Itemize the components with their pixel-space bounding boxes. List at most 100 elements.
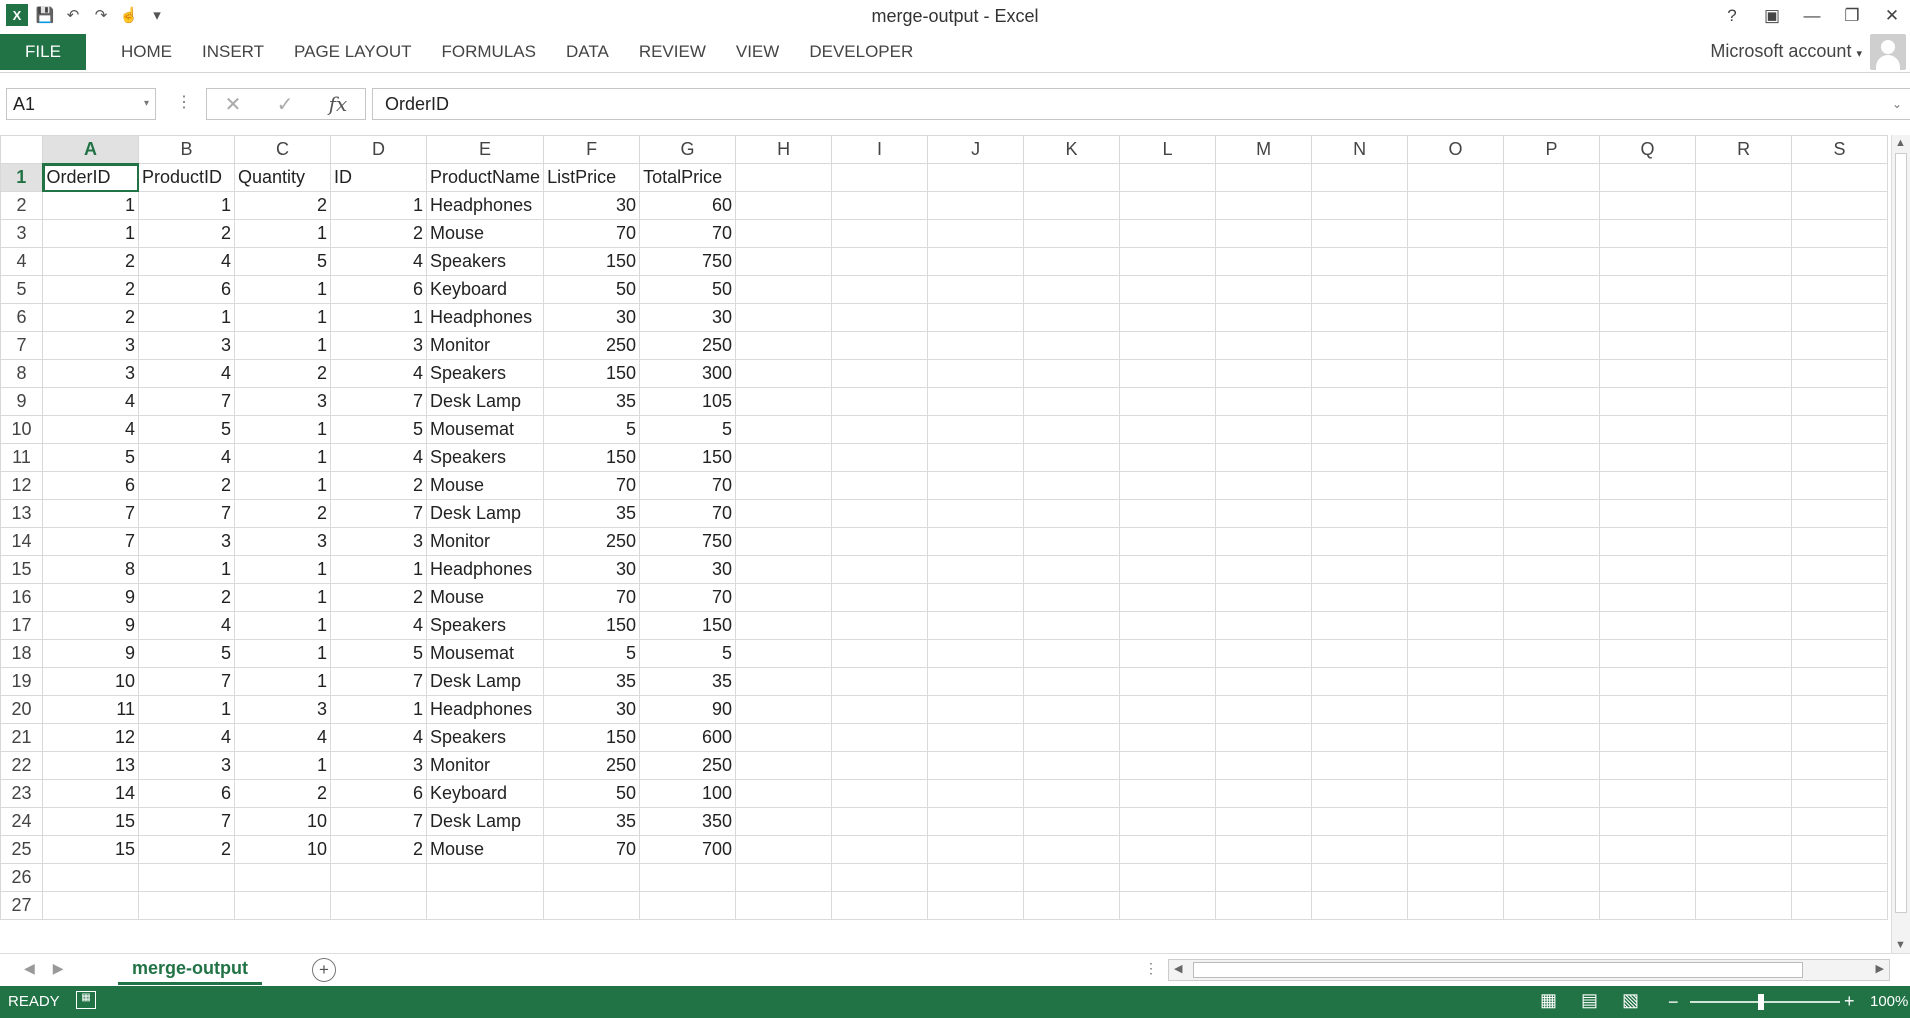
column-header-d[interactable]: D bbox=[330, 135, 427, 164]
column-header-j[interactable]: J bbox=[927, 135, 1025, 164]
cell-c17[interactable]: 1 bbox=[234, 611, 331, 640]
cell-c26[interactable] bbox=[234, 863, 331, 892]
cell-m18[interactable] bbox=[1215, 639, 1313, 668]
cell-k22[interactable] bbox=[1023, 751, 1121, 780]
cell-l13[interactable] bbox=[1119, 499, 1217, 528]
cell-s2[interactable] bbox=[1791, 191, 1889, 220]
cell-a20[interactable]: 11 bbox=[42, 695, 139, 724]
cell-q9[interactable] bbox=[1599, 387, 1697, 416]
scroll-down-icon[interactable]: ▼ bbox=[1895, 939, 1906, 951]
cell-j26[interactable] bbox=[927, 863, 1025, 892]
cell-j6[interactable] bbox=[927, 303, 1025, 332]
cell-o9[interactable] bbox=[1407, 387, 1505, 416]
cell-o25[interactable] bbox=[1407, 835, 1505, 864]
cell-g22[interactable]: 250 bbox=[639, 751, 737, 780]
cell-n16[interactable] bbox=[1311, 583, 1409, 612]
cell-h9[interactable] bbox=[735, 387, 833, 416]
cell-n22[interactable] bbox=[1311, 751, 1409, 780]
cell-o26[interactable] bbox=[1407, 863, 1505, 892]
cell-m17[interactable] bbox=[1215, 611, 1313, 640]
cell-l18[interactable] bbox=[1119, 639, 1217, 668]
row-header[interactable]: 2 bbox=[0, 191, 43, 220]
cell-k19[interactable] bbox=[1023, 667, 1121, 696]
cell-m24[interactable] bbox=[1215, 807, 1313, 836]
cell-s24[interactable] bbox=[1791, 807, 1889, 836]
cell-i26[interactable] bbox=[831, 863, 929, 892]
cell-s26[interactable] bbox=[1791, 863, 1889, 892]
sheet-tab-merge-output[interactable]: merge-output bbox=[118, 954, 262, 985]
cell-h19[interactable] bbox=[735, 667, 833, 696]
column-header-r[interactable]: R bbox=[1695, 135, 1793, 164]
cell-c25[interactable]: 10 bbox=[234, 835, 331, 864]
cell-f22[interactable]: 250 bbox=[543, 751, 641, 780]
cell-h25[interactable] bbox=[735, 835, 833, 864]
cell-a10[interactable]: 4 bbox=[42, 415, 139, 444]
row-header[interactable]: 10 bbox=[0, 415, 43, 444]
cell-p9[interactable] bbox=[1503, 387, 1601, 416]
cell-e9[interactable]: Desk Lamp bbox=[425, 387, 545, 416]
cell-o13[interactable] bbox=[1407, 499, 1505, 528]
cell-d13[interactable]: 7 bbox=[330, 499, 427, 528]
cell-n26[interactable] bbox=[1311, 863, 1409, 892]
cell-g27[interactable] bbox=[639, 891, 737, 920]
zoom-out-button[interactable]: − bbox=[1668, 992, 1679, 1013]
cell-a13[interactable]: 7 bbox=[42, 499, 139, 528]
cell-p27[interactable] bbox=[1503, 891, 1601, 920]
cell-g20[interactable]: 90 bbox=[639, 695, 737, 724]
cell-h7[interactable] bbox=[735, 331, 833, 360]
cell-r27[interactable] bbox=[1695, 891, 1793, 920]
cell-n13[interactable] bbox=[1311, 499, 1409, 528]
cell-s13[interactable] bbox=[1791, 499, 1889, 528]
cell-a9[interactable]: 4 bbox=[42, 387, 139, 416]
cell-i3[interactable] bbox=[831, 219, 929, 248]
cell-r13[interactable] bbox=[1695, 499, 1793, 528]
cell-f19[interactable]: 35 bbox=[543, 667, 641, 696]
cell-q1[interactable] bbox=[1599, 163, 1697, 192]
cell-k26[interactable] bbox=[1023, 863, 1121, 892]
cell-s17[interactable] bbox=[1791, 611, 1889, 640]
cell-h22[interactable] bbox=[735, 751, 833, 780]
cell-e19[interactable]: Desk Lamp bbox=[425, 667, 545, 696]
cell-m13[interactable] bbox=[1215, 499, 1313, 528]
vertical-scroll-thumb[interactable] bbox=[1895, 153, 1907, 913]
cell-n14[interactable] bbox=[1311, 527, 1409, 556]
cell-e26[interactable] bbox=[425, 863, 545, 892]
cell-o24[interactable] bbox=[1407, 807, 1505, 836]
cell-q11[interactable] bbox=[1599, 443, 1697, 472]
enter-icon[interactable]: ✓ bbox=[277, 92, 294, 117]
cell-f8[interactable]: 150 bbox=[543, 359, 641, 388]
column-header-q[interactable]: Q bbox=[1599, 135, 1697, 164]
cell-l10[interactable] bbox=[1119, 415, 1217, 444]
cell-i7[interactable] bbox=[831, 331, 929, 360]
add-sheet-button[interactable]: + bbox=[312, 958, 336, 982]
cell-p3[interactable] bbox=[1503, 219, 1601, 248]
cell-i8[interactable] bbox=[831, 359, 929, 388]
cell-j9[interactable] bbox=[927, 387, 1025, 416]
cell-k15[interactable] bbox=[1023, 555, 1121, 584]
column-header-s[interactable]: S bbox=[1791, 135, 1889, 164]
cell-d8[interactable]: 4 bbox=[330, 359, 427, 388]
tab-data[interactable]: DATA bbox=[551, 32, 624, 72]
cell-b7[interactable]: 3 bbox=[138, 331, 235, 360]
cell-k4[interactable] bbox=[1023, 247, 1121, 276]
cell-s7[interactable] bbox=[1791, 331, 1889, 360]
cell-h16[interactable] bbox=[735, 583, 833, 612]
cell-f9[interactable]: 35 bbox=[543, 387, 641, 416]
cell-h15[interactable] bbox=[735, 555, 833, 584]
cell-h3[interactable] bbox=[735, 219, 833, 248]
cell-a11[interactable]: 5 bbox=[42, 443, 139, 472]
cell-k18[interactable] bbox=[1023, 639, 1121, 668]
cell-s20[interactable] bbox=[1791, 695, 1889, 724]
cell-a18[interactable]: 9 bbox=[42, 639, 139, 668]
cell-m9[interactable] bbox=[1215, 387, 1313, 416]
cell-j27[interactable] bbox=[927, 891, 1025, 920]
cell-l7[interactable] bbox=[1119, 331, 1217, 360]
cell-j21[interactable] bbox=[927, 723, 1025, 752]
cell-n12[interactable] bbox=[1311, 471, 1409, 500]
cell-i14[interactable] bbox=[831, 527, 929, 556]
cell-d5[interactable]: 6 bbox=[330, 275, 427, 304]
cell-p16[interactable] bbox=[1503, 583, 1601, 612]
cell-l15[interactable] bbox=[1119, 555, 1217, 584]
cell-d9[interactable]: 7 bbox=[330, 387, 427, 416]
cell-d15[interactable]: 1 bbox=[330, 555, 427, 584]
